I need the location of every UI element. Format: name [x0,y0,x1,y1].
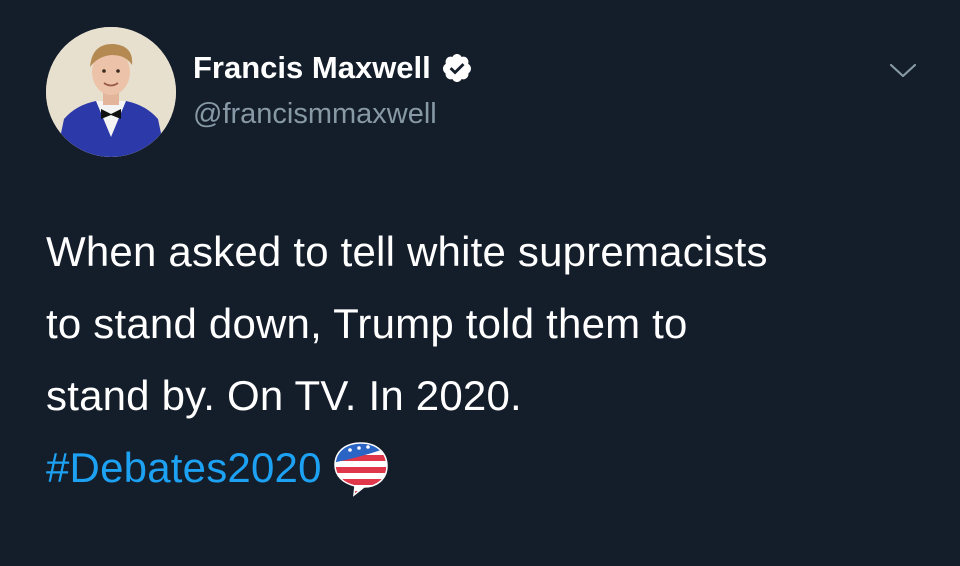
us-flag-speech-bubble-icon [332,439,390,497]
hashtag-line: #Debates2020 [46,432,926,504]
tweet-text: When asked to tell white supremacists to… [46,216,926,504]
tweet-text-line: When asked to tell white supremacists [46,228,768,275]
hashtag-link[interactable]: #Debates2020 [46,432,322,504]
tweet-card: Francis Maxwell @francismmaxwell When as… [0,0,960,566]
tweet-text-line: to stand down, Trump told them to [46,300,688,347]
chevron-down-icon[interactable] [888,58,918,82]
verified-badge-icon [441,52,473,84]
avatar-photo [46,27,176,157]
display-name[interactable]: Francis Maxwell [193,50,431,86]
author-name-row[interactable]: Francis Maxwell [193,50,473,86]
author-handle[interactable]: @francismmaxwell [193,98,437,131]
tweet-text-line: stand by. On TV. In 2020. [46,372,522,419]
avatar[interactable] [46,27,176,157]
